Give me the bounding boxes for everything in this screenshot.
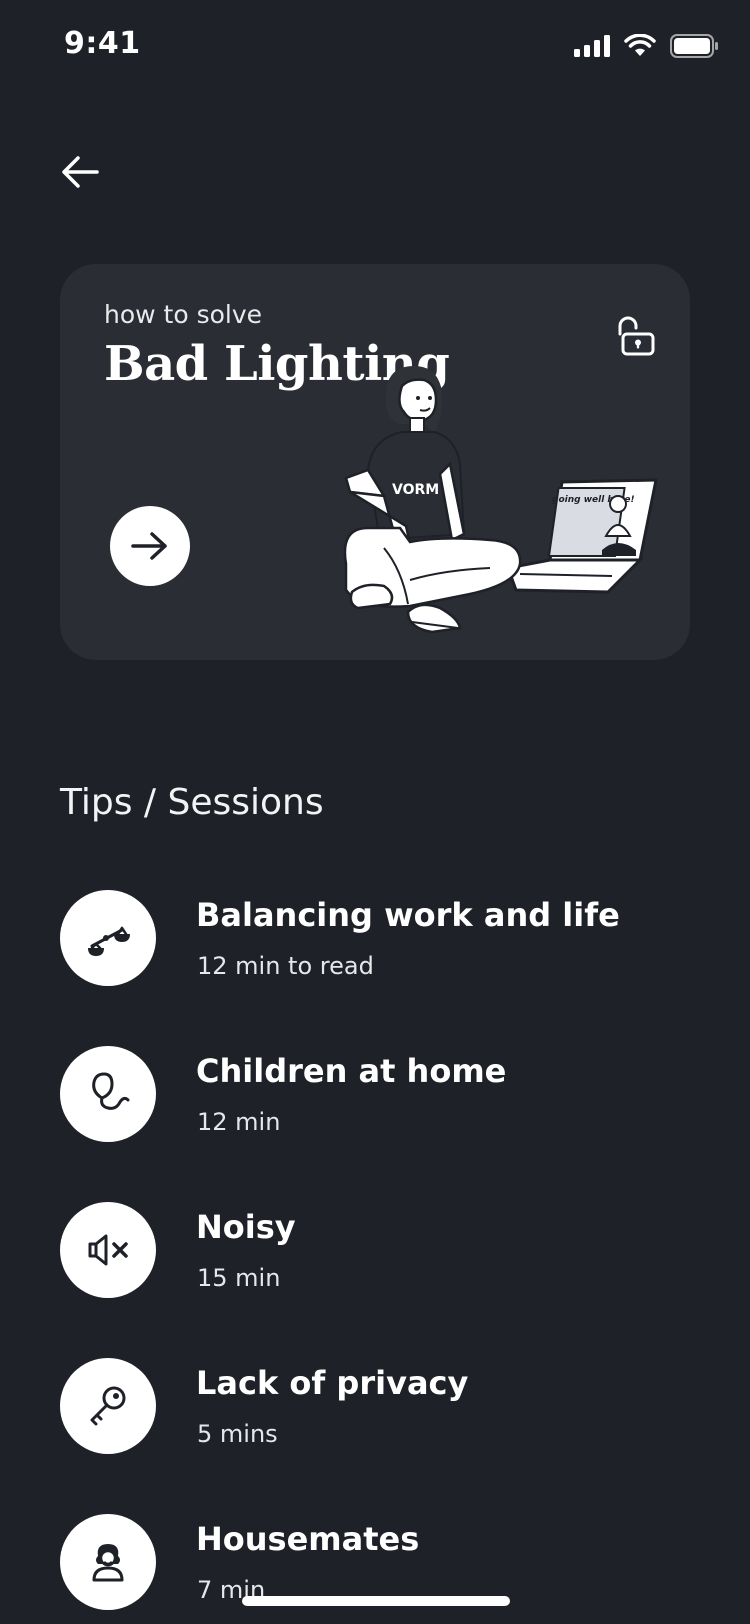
battery-icon xyxy=(670,34,718,58)
tip-icon-container xyxy=(60,1358,156,1454)
tip-item[interactable]: Noisy 15 min xyxy=(60,1202,700,1312)
tip-item[interactable]: Lack of privacy 5 mins xyxy=(60,1358,700,1468)
section-title: Tips / Sessions xyxy=(60,782,324,823)
tip-icon-container xyxy=(60,1046,156,1142)
tip-item[interactable]: Children at home 12 min xyxy=(60,1046,700,1156)
arrow-left-icon xyxy=(62,156,99,188)
tip-title: Lack of privacy xyxy=(196,1364,469,1402)
hero-card[interactable]: how to solve Bad Lighting going well her… xyxy=(60,264,690,660)
status-bar: 9:41 xyxy=(0,0,750,94)
shirt-text: VORM xyxy=(392,482,439,498)
status-icons xyxy=(574,34,718,58)
hero-subtitle: how to solve xyxy=(104,300,263,329)
cellular-signal-icon xyxy=(574,35,610,57)
tip-title: Children at home xyxy=(196,1052,507,1090)
tip-icon-container xyxy=(60,1514,156,1610)
balloon-icon xyxy=(92,1072,130,1110)
hero-open-button[interactable] xyxy=(110,506,190,586)
arrow-right-icon xyxy=(131,532,167,560)
balance-scale-icon xyxy=(88,926,130,956)
key-icon xyxy=(90,1386,126,1426)
tip-title: Housemates xyxy=(196,1520,420,1558)
tip-item[interactable]: Balancing work and life 12 min to read xyxy=(60,890,700,1000)
wifi-icon xyxy=(624,34,656,56)
person-icon xyxy=(92,1544,124,1582)
tip-icon-container xyxy=(60,1202,156,1298)
tip-duration: 5 mins xyxy=(197,1420,278,1448)
tip-title: Balancing work and life xyxy=(196,896,620,934)
back-button[interactable] xyxy=(56,148,104,196)
tip-duration: 15 min xyxy=(197,1264,281,1292)
home-indicator[interactable] xyxy=(242,1596,510,1606)
unlocked-padlock-icon[interactable] xyxy=(612,314,656,358)
tip-duration: 12 min xyxy=(197,1108,281,1136)
tip-icon-container xyxy=(60,890,156,986)
status-time: 9:41 xyxy=(64,26,141,61)
laptop-illustration: going well here! xyxy=(505,478,658,594)
person-illustration: VORM xyxy=(343,366,522,634)
speaker-muted-icon xyxy=(88,1234,128,1266)
person-laptop-illustration: going well here! VORM xyxy=(343,366,658,634)
tip-title: Noisy xyxy=(196,1208,296,1246)
tip-duration: 12 min to read xyxy=(197,952,374,980)
tip-item[interactable]: Housemates 7 min xyxy=(60,1514,700,1624)
